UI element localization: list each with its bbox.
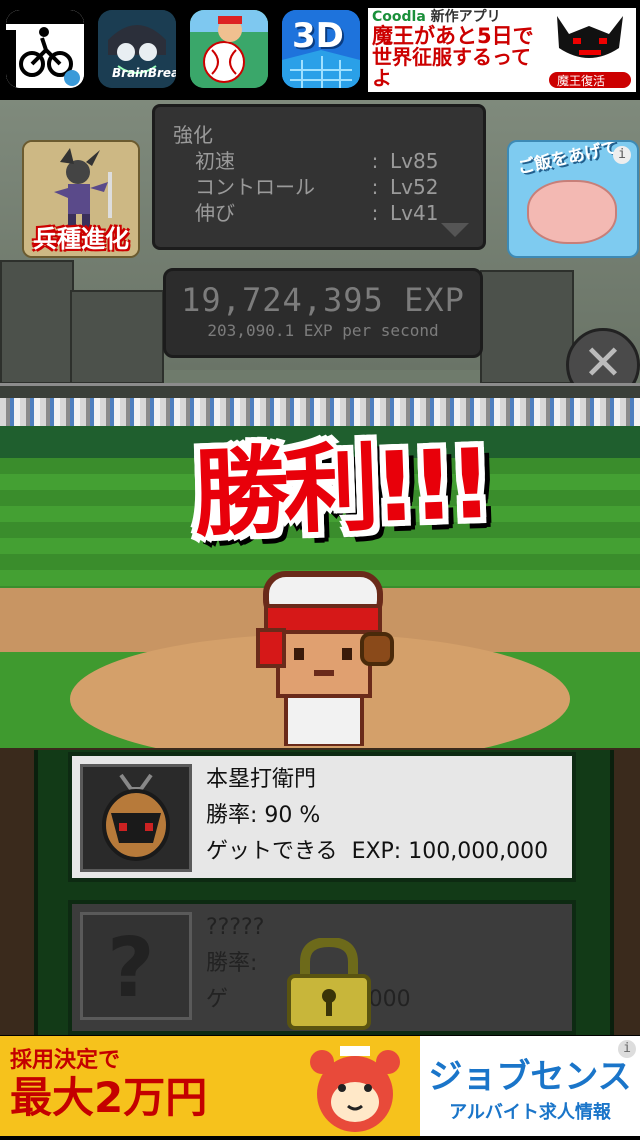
opponent-card[interactable]: 本塁打衛門 勝率: 90 % ゲットできる EXP: 100,000,000 <box>68 752 576 882</box>
background-building <box>0 260 74 384</box>
stats-title: 強化 <box>173 123 213 147</box>
padlock-icon <box>287 938 371 1030</box>
ad-badge: 魔王復活 <box>557 74 606 88</box>
stat-row: 伸び: Lv41 <box>195 201 439 225</box>
evolve-button[interactable]: 兵種進化 <box>22 140 140 258</box>
win-rate-value: 90 % <box>264 803 321 828</box>
game-field: 強化 初速: Lv85 コントロール: Lv52 伸び: Lv41 19,724,39… <box>0 100 640 1035</box>
ad-main: 最大2万円 <box>10 1073 208 1122</box>
maou-ad-banner[interactable]: Coodla 新作アプリ 魔王があと5日で 世界征服するってよ 魔王復活 <box>368 8 636 92</box>
bear-mascot-icon <box>290 1036 420 1136</box>
reward-row: ゲットできる EXP: 100,000,000 <box>206 839 549 864</box>
top-ad-bar: BrainBreak 3D Coodla 新作アプリ 魔王があと5日で 世界征服… <box>0 0 640 100</box>
opponent-portrait <box>80 764 192 872</box>
ad-brand: Coodla 新作アプリ <box>372 9 501 25</box>
victory-window: 勝利!!! <box>0 383 640 751</box>
exp-total: 19,724,395 EXP <box>181 281 465 319</box>
ad-sub: 採用決定で <box>10 1048 121 1073</box>
reward-value: EXP: 100,000,000 <box>351 839 549 864</box>
brainbreak-app-icon[interactable]: BrainBreak <box>98 10 176 88</box>
info-icon[interactable]: i <box>613 146 631 164</box>
ad-logo: ジョブセンス <box>428 1056 632 1097</box>
ad-tagline: アルバイト求人情報 <box>449 1101 611 1123</box>
evolve-label: 兵種進化 <box>33 225 129 253</box>
3d-label: 3D <box>292 16 344 56</box>
question-mark-icon: ? <box>107 921 155 1016</box>
info-icon[interactable]: i <box>618 1040 636 1058</box>
bike-app-icon[interactable] <box>6 10 84 88</box>
victory-text: 勝利!!! <box>191 427 489 551</box>
ad-line1: 魔王があと5日で <box>372 23 534 48</box>
feed-pig-ad-button[interactable]: ご飯をあげて i <box>507 140 639 258</box>
pitcher-sprite-icon <box>256 571 394 746</box>
upgrade-stats-panel[interactable]: 強化 初速: Lv85 コントロール: Lv52 伸び: Lv41 <box>152 104 486 250</box>
stat-row: 初速: Lv85 <box>195 149 439 173</box>
jobsense-ad-banner[interactable]: 採用決定で 最大2万円 ジョブセンス アルバイト求人情報 i <box>0 1036 640 1136</box>
feed-label: ご飯をあげて <box>516 140 620 179</box>
background-building <box>70 290 164 384</box>
jobsense-logo: ジョブセンス アルバイト求人情報 <box>420 1036 640 1136</box>
exp-rate: 203,090.1 EXP per second <box>207 321 439 340</box>
stadium-stands <box>0 398 640 426</box>
3d-maze-app-icon[interactable]: 3D <box>282 10 360 88</box>
unknown-portrait: ? <box>80 912 192 1020</box>
masked-batter-icon <box>83 767 189 869</box>
brainbreak-label: BrainBreak <box>112 66 176 80</box>
opponent-name: 本塁打衛門 <box>206 767 317 792</box>
background-building <box>480 270 574 384</box>
demon-lord-icon: 魔王復活 <box>543 8 636 92</box>
ad-line2: 世界征服するってよ <box>372 44 531 90</box>
baseball-app-icon[interactable] <box>190 10 268 88</box>
exp-counter-panel: 19,724,395 EXP 203,090.1 EXP per second <box>163 268 483 358</box>
stat-row: コントロール: Lv52 <box>195 175 439 199</box>
pig-icon <box>527 180 617 244</box>
expand-arrow-icon[interactable] <box>441 223 469 237</box>
win-rate-row: 勝率: 90 % <box>206 803 321 828</box>
